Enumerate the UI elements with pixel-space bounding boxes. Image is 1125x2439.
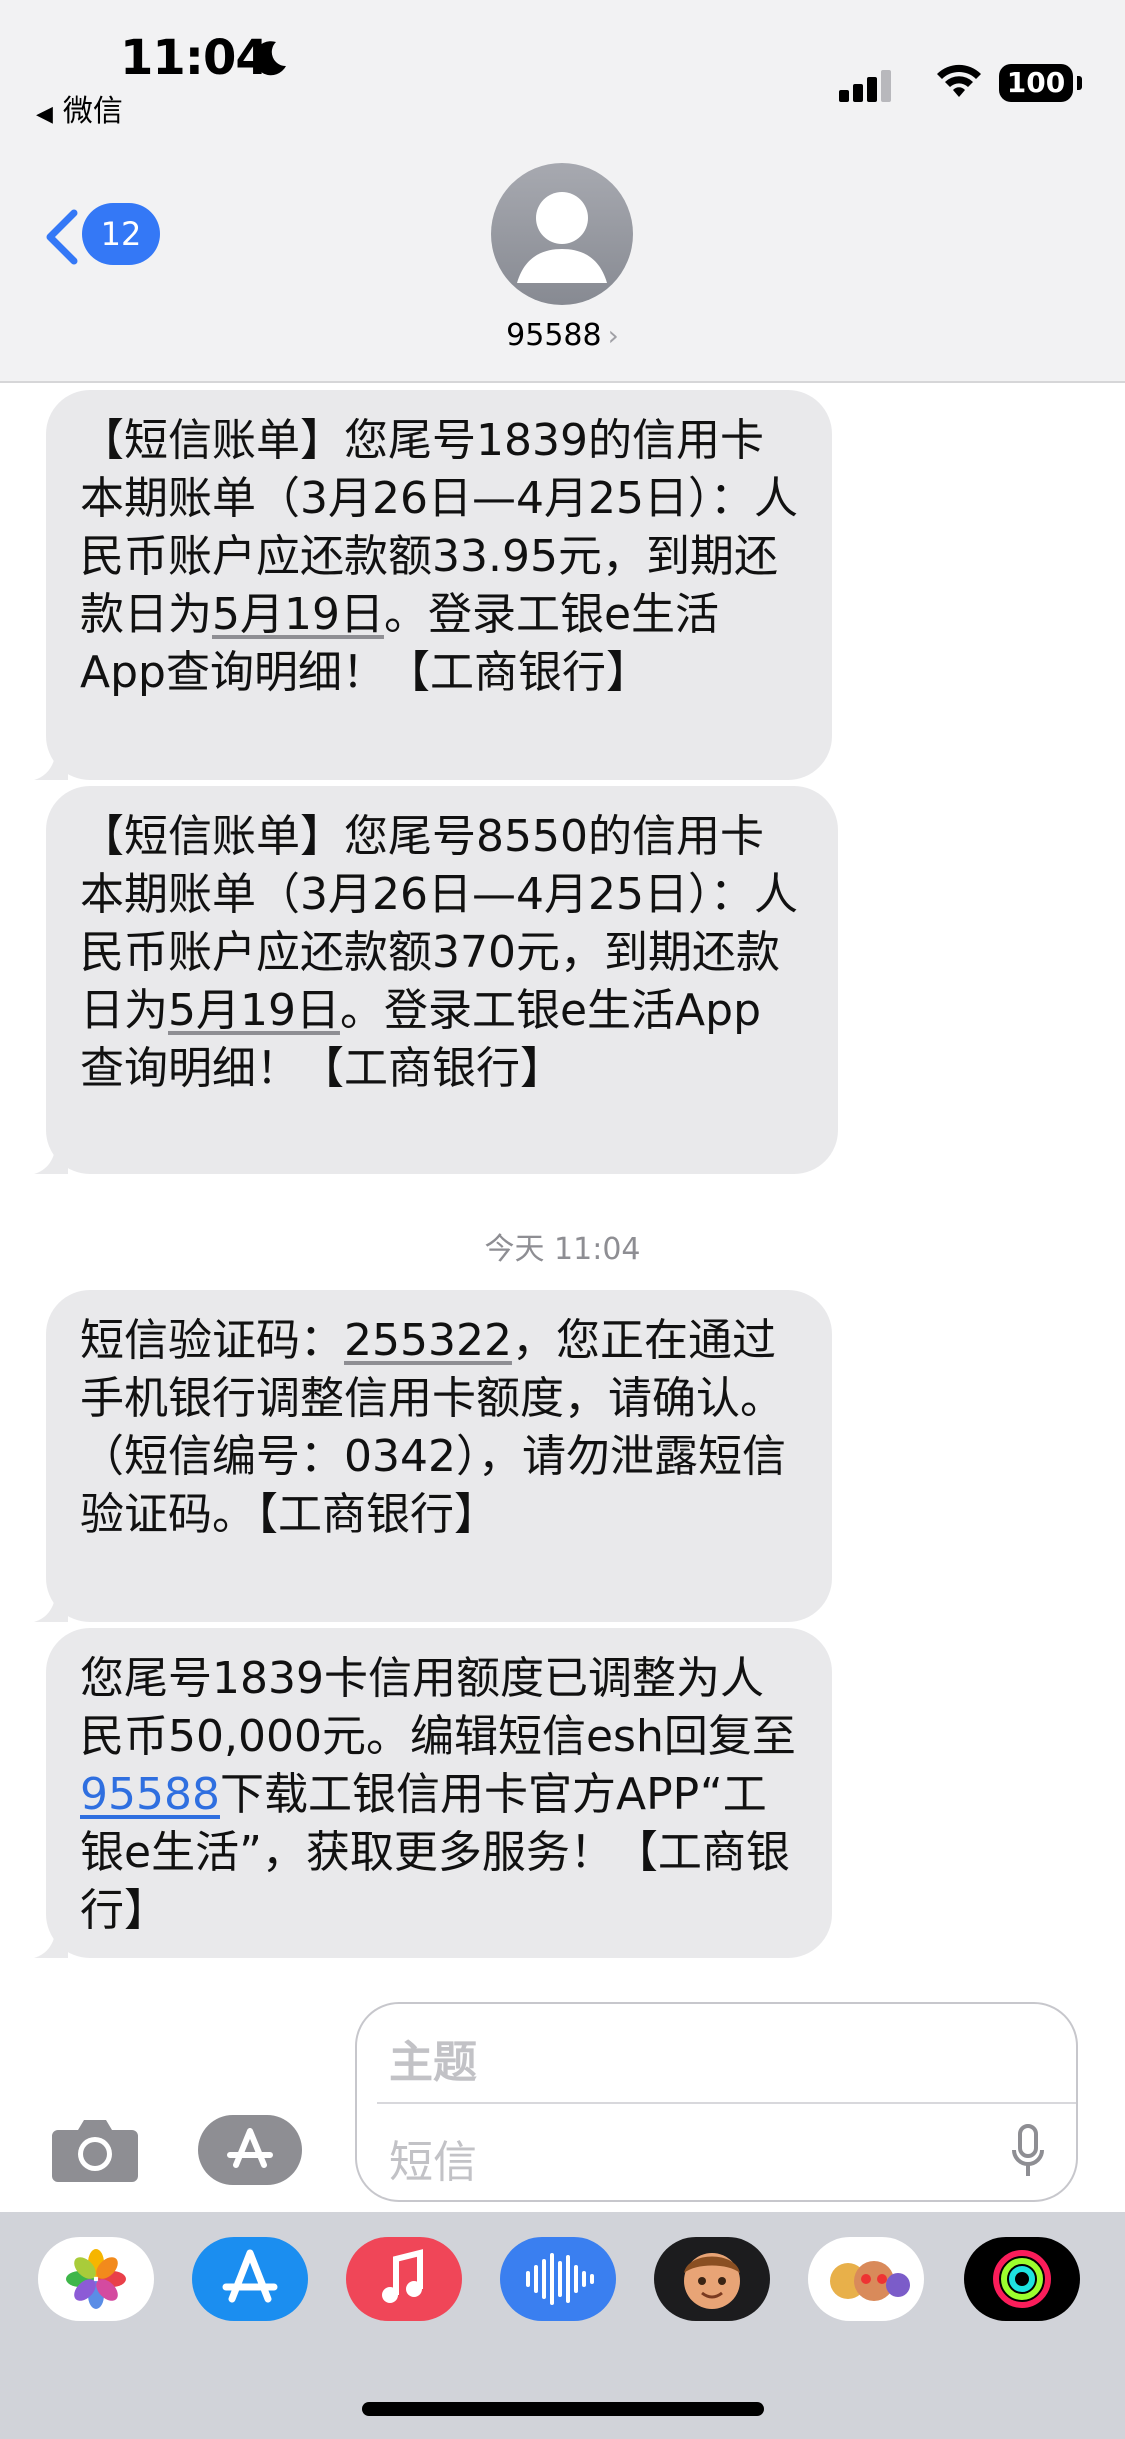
music-icon[interactable] bbox=[346, 2237, 462, 2321]
battery-indicator: 100 bbox=[999, 64, 1073, 102]
message-bubble[interactable]: 您尾号1839卡信用额度已调整为人民币50,000元。编辑短信esh回复至 955… bbox=[34, 1628, 832, 1958]
message-composer[interactable]: 主题 短信 bbox=[355, 2002, 1078, 2202]
message-timestamp: 今天 11:04 bbox=[0, 1224, 1125, 1268]
bubble-tail bbox=[34, 746, 68, 780]
unread-count-badge: 12 bbox=[82, 203, 160, 265]
message-bubble[interactable]: 【短信账单】您尾号8550的信用卡本期账单（3月26日—4月25日）：人民币账户… bbox=[34, 786, 838, 1174]
battery-cap bbox=[1077, 76, 1082, 90]
chevron-right-icon: › bbox=[607, 319, 619, 352]
activity-icon[interactable] bbox=[964, 2237, 1080, 2321]
memoji-face bbox=[684, 2253, 740, 2309]
bubble-tail bbox=[34, 1588, 68, 1622]
microphone-icon[interactable] bbox=[1010, 2124, 1046, 2180]
bubble-tail bbox=[34, 1140, 68, 1174]
message-text: 短信验证码： bbox=[80, 1315, 344, 1366]
timestamp-time: 11:04 bbox=[554, 1232, 641, 1267]
chevron-left-icon bbox=[46, 209, 78, 265]
app-store-icon[interactable] bbox=[192, 2237, 308, 2321]
back-button[interactable]: 12 bbox=[44, 203, 184, 269]
composer-divider bbox=[377, 2102, 1076, 2104]
phone-number-link[interactable]: 95588 bbox=[80, 1769, 220, 1820]
app-store-button[interactable] bbox=[198, 2115, 302, 2185]
back-to-app-link[interactable]: ◀ 微信 bbox=[36, 86, 123, 130]
cellular-signal-icon bbox=[839, 70, 891, 102]
do-not-disturb-moon-icon bbox=[253, 41, 286, 76]
timestamp-day: 今天 bbox=[484, 1232, 545, 1267]
stickers-faces bbox=[830, 2261, 910, 2301]
person-silhouette-icon bbox=[517, 192, 607, 283]
wifi-icon bbox=[937, 64, 981, 97]
verification-code-link[interactable]: 255322 bbox=[344, 1315, 512, 1366]
contact-name[interactable]: 95588 › bbox=[0, 318, 1125, 353]
memoji-icon[interactable] bbox=[654, 2237, 770, 2321]
back-app-label: 微信 bbox=[62, 94, 123, 129]
memoji-stickers-icon[interactable] bbox=[808, 2237, 924, 2321]
date-detected-link[interactable]: 5月19日 bbox=[168, 985, 340, 1036]
photos-icon[interactable] bbox=[38, 2237, 154, 2321]
date-detected-link[interactable]: 5月19日 bbox=[212, 589, 384, 640]
message-bubble[interactable]: 【短信账单】您尾号1839的信用卡本期账单（3月26日—4月25日）：人民币账户… bbox=[34, 390, 832, 780]
home-indicator[interactable] bbox=[362, 2402, 764, 2416]
conversation-header: 11:04 ◀ 微信 100 12 95588 › bbox=[0, 0, 1125, 383]
message-text: 您尾号1839卡信用额度已调整为人民币50,000元。编辑短信esh回复至 bbox=[80, 1653, 796, 1762]
music-note-glyph bbox=[382, 2249, 423, 2303]
activity-rings bbox=[993, 2250, 1051, 2308]
status-time: 11:04 bbox=[120, 30, 269, 86]
camera-icon[interactable] bbox=[50, 2116, 140, 2184]
bubble-tail bbox=[34, 1924, 68, 1958]
app-store-a-icon bbox=[227, 2128, 273, 2168]
subject-placeholder[interactable]: 主题 bbox=[389, 2026, 477, 2090]
waveform-glyph bbox=[526, 2253, 594, 2305]
audio-message-icon[interactable] bbox=[500, 2237, 616, 2321]
back-triangle-icon: ◀ bbox=[36, 102, 53, 127]
contact-number: 95588 bbox=[506, 318, 602, 353]
photos-flower bbox=[66, 2249, 126, 2309]
contact-avatar[interactable] bbox=[491, 163, 633, 305]
app-store-glyph bbox=[222, 2249, 278, 2303]
battery-level: 100 bbox=[1006, 66, 1066, 99]
message-bubble[interactable]: 短信验证码：255322，您正在通过手机银行调整信用卡额度，请确认。（短信编号：… bbox=[34, 1290, 832, 1622]
message-placeholder[interactable]: 短信 bbox=[389, 2126, 477, 2190]
